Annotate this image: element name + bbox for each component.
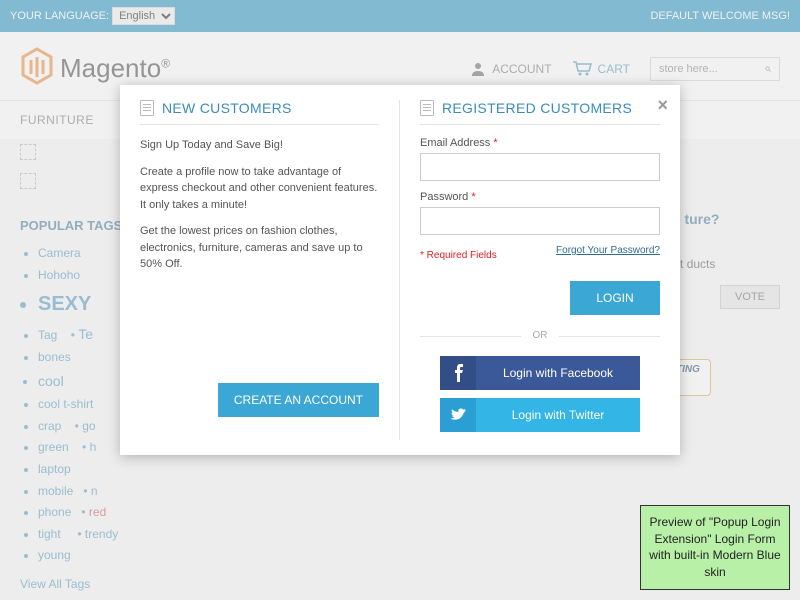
password-input[interactable] [420, 207, 660, 235]
panel-header: NEW CUSTOMERS [140, 100, 379, 125]
preview-annotation: Preview of "Popup Login Extension" Login… [640, 505, 790, 590]
description: Create a profile now to take advantage o… [140, 164, 379, 214]
login-button[interactable]: LOGIN [570, 281, 660, 315]
email-field-group: Email Address * [420, 137, 660, 181]
email-input[interactable] [420, 153, 660, 181]
new-customers-panel: NEW CUSTOMERS Sign Up Today and Save Big… [120, 100, 400, 440]
password-field-group: Password * [420, 191, 660, 235]
required-fields-note: * Required Fields [420, 250, 497, 261]
document-icon [420, 100, 434, 116]
panel-body: Sign Up Today and Save Big! Create a pro… [140, 137, 379, 273]
login-facebook-button[interactable]: Login with Facebook [440, 356, 640, 390]
document-icon [140, 100, 154, 116]
description: Get the lowest prices on fashion clothes… [140, 223, 379, 273]
tagline: Sign Up Today and Save Big! [140, 137, 379, 154]
email-label: Email Address * [420, 137, 660, 149]
twitter-label: Login with Twitter [476, 398, 640, 432]
login-modal: × NEW CUSTOMERS Sign Up Today and Save B… [120, 85, 680, 455]
registered-customers-panel: REGISTERED CUSTOMERS Email Address * Pas… [400, 100, 680, 440]
close-icon[interactable]: × [657, 95, 668, 116]
panel-header: REGISTERED CUSTOMERS [420, 100, 660, 125]
panel-title: NEW CUSTOMERS [162, 100, 292, 116]
forgot-password-link[interactable]: Forgot Your Password? [556, 245, 660, 256]
facebook-icon [440, 356, 476, 390]
form-footer: * Required Fields Forgot Your Password? [420, 245, 660, 263]
or-divider: OR [420, 330, 660, 341]
twitter-icon [440, 398, 476, 432]
create-account-button[interactable]: CREATE AN ACCOUNT [218, 383, 379, 417]
login-twitter-button[interactable]: Login with Twitter [440, 398, 640, 432]
panel-title: REGISTERED CUSTOMERS [442, 100, 632, 116]
password-label: Password * [420, 191, 660, 203]
facebook-label: Login with Facebook [476, 356, 640, 390]
